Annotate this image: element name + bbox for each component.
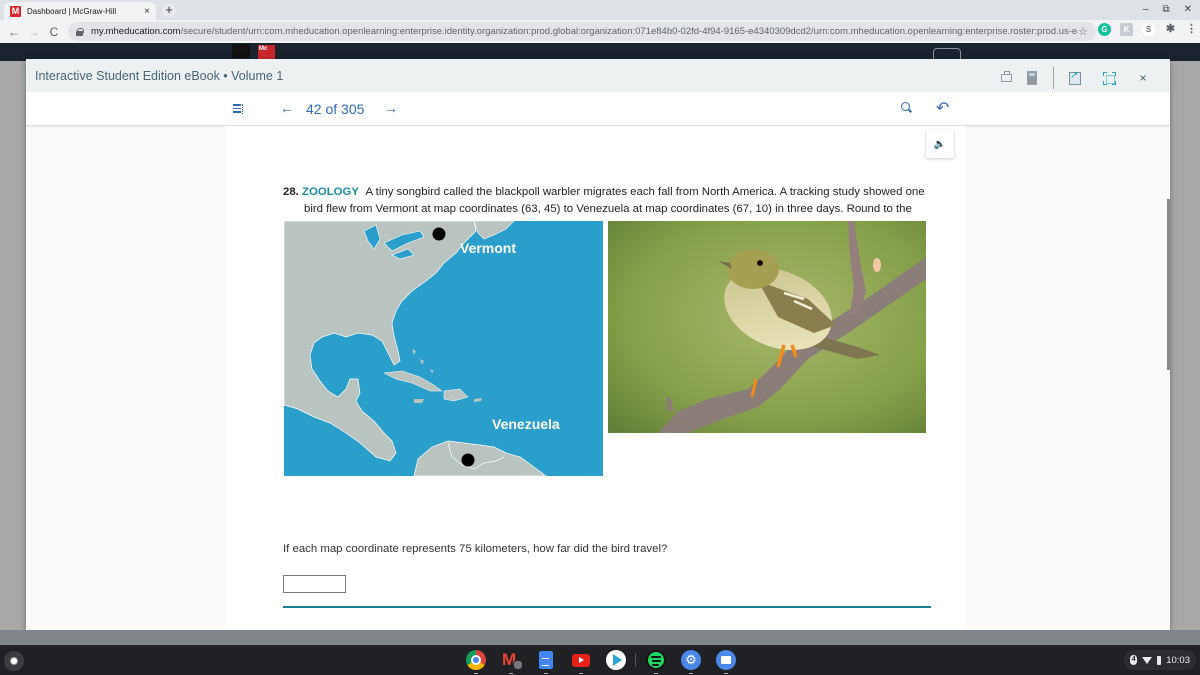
pinned-apps: ⚙ [466, 650, 751, 674]
fullscreen-icon [1102, 71, 1116, 85]
wifi-icon [1142, 656, 1153, 664]
settings-app[interactable]: ⚙ [681, 650, 701, 674]
browser-tabstrip: M Dashboard | McGraw-Hill × + – ⧉ ✕ [0, 0, 1200, 20]
bird-eye [757, 260, 763, 266]
read-aloud-button[interactable]: 🔈 [926, 130, 954, 158]
files-folder-icon [716, 650, 736, 670]
launcher-icon [10, 657, 18, 665]
page-scrollbar[interactable] [1167, 199, 1170, 370]
play-store-icon [606, 650, 626, 670]
os-shelf: ⚙ 4 10:03 [0, 645, 1200, 675]
shelf-separator [635, 653, 636, 667]
calculator-icon [1027, 71, 1037, 85]
bird-head [727, 249, 779, 289]
notification-badge[interactable]: 4 [1130, 655, 1138, 665]
docs-app[interactable] [536, 650, 556, 674]
browser-tab[interactable]: M Dashboard | McGraw-Hill × [4, 2, 156, 20]
gmail-app[interactable] [501, 650, 523, 674]
status-tray[interactable]: 4 10:03 [1124, 650, 1196, 670]
window-close-button[interactable]: ✕ [1184, 4, 1192, 15]
next-page-button[interactable]: → [384, 100, 398, 116]
ebook-header-tools: × [993, 67, 1156, 89]
map-label-venezuela: Venezuela [492, 416, 560, 432]
go-back-icon[interactable]: ↶ [936, 98, 949, 118]
map-graphic [284, 221, 603, 476]
section-divider [283, 606, 931, 608]
restore-button[interactable]: ⧉ [1162, 4, 1169, 15]
grammarly-icon[interactable]: G [1098, 23, 1111, 36]
browser-toolbar: ← → C my.mheducation.com/secure/student/… [0, 20, 1200, 43]
address-bar[interactable]: my.mheducation.com/secure/student/urn:co… [68, 22, 1096, 41]
mcgraw-hill-logo: Mc [258, 45, 275, 59]
url-domain: my.mheducation.com [91, 26, 181, 37]
table-of-contents-icon[interactable] [233, 104, 244, 114]
map-label-vermont: Vermont [460, 240, 517, 256]
speaker-icon: 🔈 [933, 138, 947, 150]
spotify-icon [646, 650, 666, 670]
previous-page-button[interactable]: ← [280, 100, 294, 116]
bookmark-star-icon[interactable]: ☆ [1078, 25, 1088, 38]
briefcase-button[interactable] [993, 69, 1019, 87]
header-divider [1053, 67, 1054, 89]
gmail-icon [502, 650, 523, 670]
chrome-icon [466, 650, 486, 670]
venezuela-marker [461, 453, 475, 467]
briefcase-icon [1000, 71, 1012, 82]
desktop-gap [0, 630, 1200, 645]
ebook-modal: Interactive Student Edition eBook • Volu… [26, 59, 1170, 630]
extensions-puzzle-icon[interactable]: ✱ [1164, 23, 1177, 36]
answer-input[interactable] [283, 575, 346, 593]
bird-illustration [608, 221, 926, 433]
fullscreen-button[interactable] [1096, 69, 1122, 87]
search-icon[interactable] [901, 102, 912, 113]
underlay-menu-icon [232, 44, 250, 58]
reload-button[interactable]: C [44, 25, 64, 39]
back-button[interactable]: ← [4, 25, 24, 39]
migration-map: Vermont Venezuela [284, 221, 603, 476]
url-text[interactable]: my.mheducation.com/secure/student/urn:co… [91, 26, 1078, 37]
mcgraw-hill-favicon-icon: M [10, 5, 21, 17]
ebook-title: Interactive Student Edition eBook • Volu… [35, 69, 284, 83]
battery-icon [1157, 655, 1162, 665]
settings-gear-icon: ⚙ [681, 650, 701, 670]
popout-icon [1069, 70, 1081, 85]
page-indicator[interactable]: 42 of 305 [306, 101, 364, 117]
ebook-header: Interactive Student Edition eBook • Volu… [26, 59, 1170, 92]
new-tab-button[interactable]: + [162, 3, 176, 17]
window-controls: – ⧉ ✕ [1143, 4, 1192, 15]
extension-s-icon[interactable]: S [1142, 23, 1155, 36]
page-navbar: ← 42 of 305 → ↶ [26, 92, 1170, 126]
ebook-close-button[interactable]: × [1130, 69, 1156, 87]
lock-icon [76, 27, 84, 36]
tab-close-button[interactable]: × [144, 6, 150, 17]
extension-icons: G K S ✱ ⋮ [1098, 23, 1197, 36]
youtube-icon [572, 653, 590, 667]
vermont-marker [432, 227, 446, 241]
play-store-app[interactable] [606, 650, 626, 670]
problem-topic: ZOOLOGY [302, 186, 359, 198]
calculator-button[interactable] [1019, 69, 1045, 87]
chrome-menu-icon[interactable]: ⋮ [1186, 23, 1197, 36]
chrome-app[interactable] [466, 650, 486, 674]
minimize-button[interactable]: – [1143, 4, 1149, 15]
url-path: /secure/student/urn:com.mheducation.open… [180, 26, 1079, 37]
launcher-button[interactable] [4, 651, 24, 671]
extension-k-icon[interactable]: K [1120, 23, 1133, 36]
clock: 10:03 [1166, 654, 1190, 666]
reader-area: ← 42 of 305 → ↶ 🔈 28. ZOOLOGY A tiny son… [26, 92, 1170, 630]
popout-button[interactable] [1062, 69, 1088, 87]
sub-question: If each map coordinate represents 75 kil… [283, 543, 668, 555]
youtube-app[interactable] [571, 650, 591, 674]
spotify-app[interactable] [646, 650, 666, 674]
close-icon: × [1139, 71, 1147, 85]
files-app[interactable] [716, 650, 736, 674]
tab-title: Dashboard | McGraw-Hill [27, 6, 117, 16]
blackpoll-warbler-photo [608, 221, 926, 433]
forward-button[interactable]: → [24, 25, 44, 39]
problem-number: 28. [283, 186, 299, 198]
docs-icon [539, 651, 553, 669]
